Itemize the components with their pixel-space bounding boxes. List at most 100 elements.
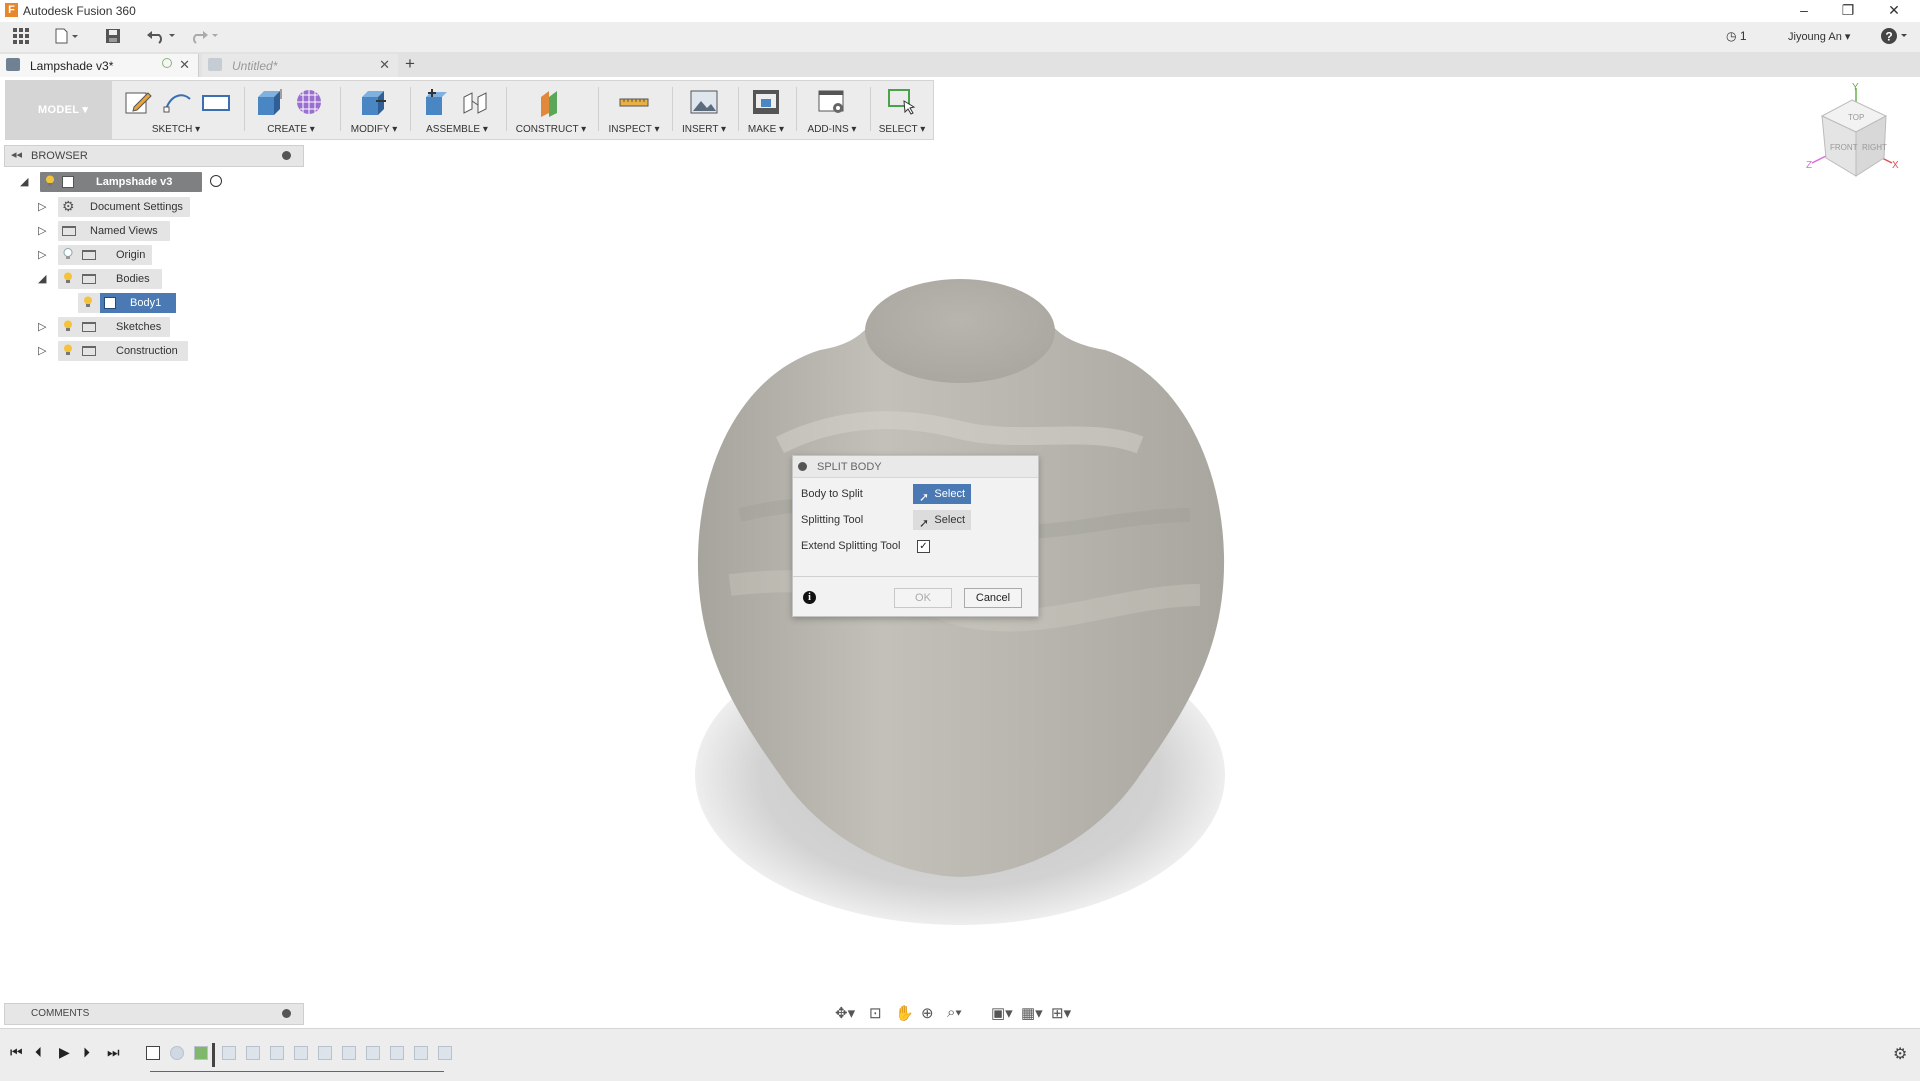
collapse-dialog-icon[interactable] — [798, 462, 807, 471]
help-icon[interactable]: ? — [1880, 27, 1910, 49]
collapsed-triangle-icon[interactable]: ▷ — [38, 320, 46, 333]
extrude-icon[interactable] — [254, 87, 286, 117]
visibility-bulb-icon[interactable] — [63, 344, 73, 356]
grid-snap-icon[interactable]: ▦▾ — [1021, 1004, 1043, 1022]
timeline-feature[interactable] — [318, 1046, 332, 1060]
3d-print-icon[interactable] — [750, 87, 782, 117]
restore-button[interactable]: ❐ — [1828, 0, 1868, 22]
create-sketch-icon[interactable] — [122, 87, 154, 117]
undo-icon[interactable] — [145, 27, 179, 47]
timeline-feature[interactable] — [342, 1046, 356, 1060]
collapsed-triangle-icon[interactable]: ▷ — [38, 344, 46, 357]
sketch-menu[interactable]: SKETCH ▾ — [116, 124, 236, 135]
timeline-sketch-feature[interactable] — [146, 1046, 160, 1060]
display-settings-icon[interactable]: ▣▾ — [991, 1004, 1013, 1022]
timeline-feature[interactable] — [438, 1046, 452, 1060]
new-component-icon[interactable] — [420, 87, 452, 117]
joint-icon[interactable] — [460, 87, 492, 117]
add-comment-icon[interactable] — [282, 1009, 291, 1018]
dialog-header[interactable]: SPLIT BODY — [793, 456, 1038, 478]
make-menu[interactable]: MAKE ▾ — [742, 124, 790, 135]
redo-icon[interactable] — [188, 27, 222, 47]
extend-splitting-tool-checkbox[interactable]: ✓ — [917, 540, 930, 553]
body-to-split-select-button[interactable]: ➚ Select — [913, 484, 971, 504]
browser-node-bodies[interactable]: ◢ Bodies — [38, 269, 218, 289]
offset-plane-icon[interactable] — [535, 87, 567, 117]
viewcube[interactable]: Y Z X TOP FRONT RIGHT — [1800, 80, 1900, 190]
viewports-icon[interactable]: ⊞▾ — [1051, 1004, 1071, 1022]
step-back-icon[interactable]: ⏴ — [35, 1044, 42, 1061]
job-status[interactable]: ◷ 1 — [1726, 29, 1747, 43]
activate-radio-icon[interactable] — [210, 175, 222, 187]
user-menu[interactable]: Jiyoung An ▾ — [1788, 30, 1850, 43]
comments-panel[interactable]: COMMENTS — [4, 1003, 304, 1025]
modify-menu[interactable]: MODIFY ▾ — [344, 124, 404, 135]
visibility-bulb-icon[interactable] — [83, 296, 93, 308]
collapse-browser-icon[interactable]: ◂◂ — [11, 148, 22, 161]
browser-pin-icon[interactable] — [282, 151, 291, 160]
select-tool-icon[interactable] — [886, 87, 918, 117]
expanded-triangle-icon[interactable]: ◢ — [38, 272, 46, 285]
visibility-bulb-icon[interactable] — [63, 272, 73, 284]
look-at-icon[interactable]: ⊡ — [869, 1004, 882, 1022]
scripts-addins-icon[interactable] — [816, 87, 848, 117]
timeline-feature[interactable] — [414, 1046, 428, 1060]
select-menu[interactable]: SELECT ▾ — [874, 124, 930, 135]
timeline-feature[interactable] — [246, 1046, 260, 1060]
visibility-bulb-icon[interactable] — [63, 248, 73, 260]
visibility-bulb-icon[interactable] — [45, 175, 55, 187]
browser-root-node[interactable]: ◢ Lampshade v3 — [20, 172, 222, 192]
measure-icon[interactable] — [618, 87, 650, 117]
file-menu-icon[interactable] — [54, 27, 80, 47]
collapsed-triangle-icon[interactable]: ▷ — [38, 224, 46, 237]
browser-panel-header[interactable]: ◂◂ BROWSER — [4, 145, 304, 167]
add-ins-menu[interactable]: ADD-INS ▾ — [800, 124, 864, 135]
data-panel-grid-icon[interactable] — [12, 27, 30, 47]
tab-lampshade-v3[interactable]: Lampshade v3* ✕ — [0, 54, 199, 77]
timeline-settings-gear-icon[interactable]: ⚙ — [1893, 1044, 1907, 1064]
splitting-tool-select-button[interactable]: ➚ Select — [913, 510, 971, 530]
close-tab-icon[interactable]: ✕ — [379, 57, 390, 73]
browser-node-sketches[interactable]: ▷ Sketches — [38, 317, 218, 337]
insert-canvas-icon[interactable] — [688, 87, 720, 117]
cancel-button[interactable]: Cancel — [964, 588, 1022, 608]
new-tab-icon[interactable]: + — [405, 54, 415, 74]
save-icon[interactable] — [104, 27, 122, 47]
expanded-triangle-icon[interactable]: ◢ — [20, 175, 28, 188]
insert-menu[interactable]: INSERT ▾ — [676, 124, 732, 135]
minimize-button[interactable]: – — [1784, 0, 1824, 22]
timeline-revolve-feature[interactable] — [170, 1046, 184, 1060]
collapsed-triangle-icon[interactable]: ▷ — [38, 200, 46, 213]
construct-menu[interactable]: CONSTRUCT ▾ — [510, 124, 592, 135]
rectangle-icon[interactable] — [200, 87, 232, 117]
inspect-menu[interactable]: INSPECT ▾ — [602, 124, 666, 135]
browser-node-document-settings[interactable]: ▷ ⚙ Document Settings — [38, 197, 218, 217]
zoom-icon[interactable]: ⊕ — [921, 1004, 934, 1022]
timeline-feature[interactable] — [366, 1046, 380, 1060]
browser-node-origin[interactable]: ▷ Origin — [38, 245, 218, 265]
browser-node-named-views[interactable]: ▷ Named Views — [38, 221, 218, 241]
go-to-end-icon[interactable]: ⏭ — [107, 1044, 120, 1061]
create-menu[interactable]: CREATE ▾ — [248, 124, 334, 135]
ok-button[interactable]: OK — [894, 588, 952, 608]
tab-untitled[interactable]: Untitled* ✕ — [202, 54, 398, 77]
fit-zoom-icon[interactable]: ⌕▾ — [947, 1004, 962, 1021]
line-icon[interactable] — [162, 87, 194, 117]
timeline-feature[interactable] — [390, 1046, 404, 1060]
timeline-marker[interactable] — [212, 1043, 215, 1067]
close-tab-icon[interactable]: ✕ — [179, 57, 190, 73]
step-forward-icon[interactable]: ⏵ — [83, 1044, 90, 1061]
timeline-feature[interactable] — [294, 1046, 308, 1060]
form-icon[interactable] — [294, 87, 326, 117]
go-to-start-icon[interactable]: ⏮ — [10, 1044, 23, 1061]
timeline-feature[interactable] — [270, 1046, 284, 1060]
play-icon[interactable]: ▶ — [59, 1044, 70, 1061]
info-icon[interactable]: i — [803, 591, 816, 604]
browser-node-construction[interactable]: ▷ Construction — [38, 341, 218, 361]
visibility-bulb-icon[interactable] — [63, 320, 73, 332]
timeline-feature[interactable] — [222, 1046, 236, 1060]
pan-hand-icon[interactable]: ✋ — [895, 1004, 914, 1022]
collapsed-triangle-icon[interactable]: ▷ — [38, 248, 46, 261]
browser-node-body1[interactable]: Body1 — [78, 293, 198, 313]
press-pull-icon[interactable] — [358, 87, 390, 117]
